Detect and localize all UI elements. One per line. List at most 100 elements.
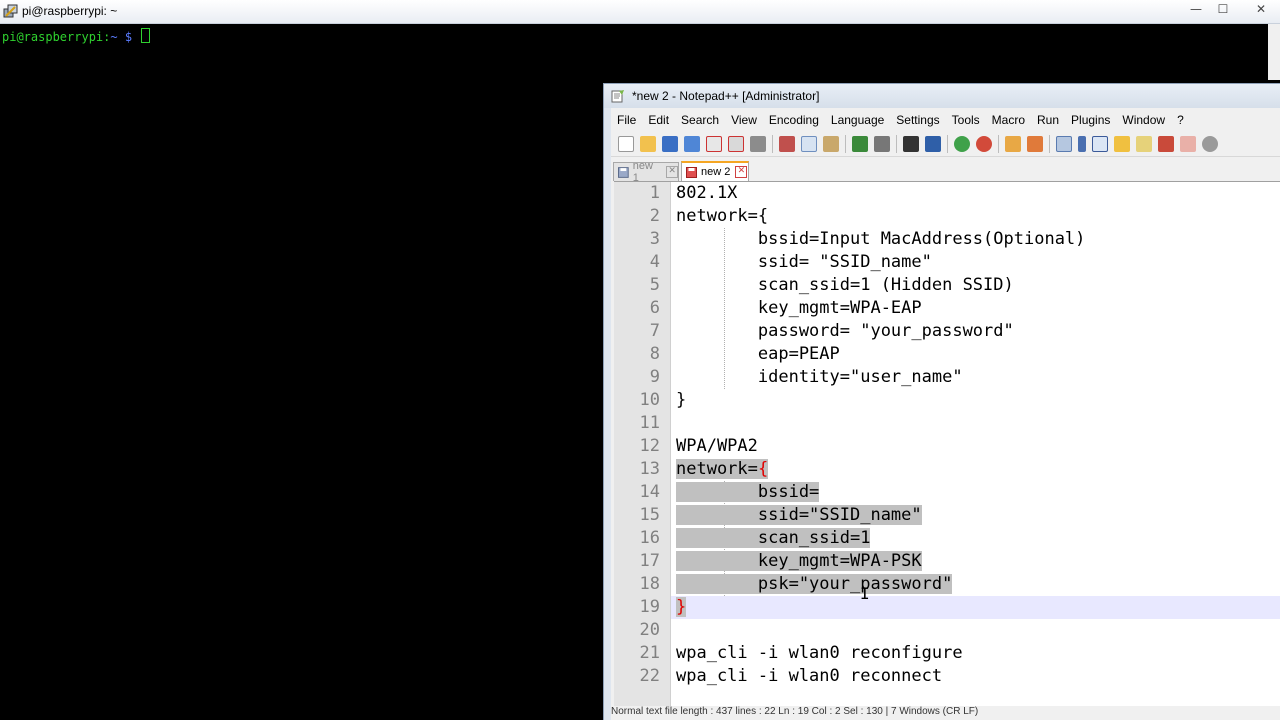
notepadpp-frame: File Edit Search View Encoding Language … [611, 108, 1280, 720]
prompt-user: pi@raspberrypi [2, 30, 104, 44]
document-map-icon[interactable] [1136, 136, 1152, 152]
menu-language[interactable]: Language [825, 110, 890, 130]
code-line-selected: ssid="SSID_name" [676, 505, 922, 525]
menu-bar: File Edit Search View Encoding Language … [611, 110, 1190, 130]
line-number: 13 [639, 459, 660, 479]
menu-view[interactable]: View [725, 110, 763, 130]
notepadpp-window: *new 2 - Notepad++ [Administrator] File … [603, 83, 1280, 720]
notepadpp-title: *new 2 - Notepad++ [Administrator] [632, 89, 820, 103]
line-number: 12 [639, 436, 660, 456]
terminal-prompt: pi@raspberrypi:~ $ [2, 28, 151, 44]
tab-label: new 2 [701, 166, 731, 178]
copy-icon[interactable] [801, 136, 817, 152]
menu-settings[interactable]: Settings [890, 110, 945, 130]
undo-icon[interactable] [852, 136, 868, 152]
line-number: 5 [649, 275, 660, 295]
redo-icon[interactable] [874, 136, 890, 152]
close-icon: ✕ [1255, 2, 1267, 16]
sync-horizontal-icon[interactable] [1027, 136, 1043, 152]
line-number: 16 [639, 528, 660, 548]
maximize-button[interactable]: ☐ [1210, 0, 1236, 18]
cut-icon[interactable] [779, 136, 795, 152]
replace-icon[interactable] [925, 136, 941, 152]
line-number: 21 [639, 643, 660, 663]
zoom-in-icon[interactable] [954, 136, 970, 152]
code-line: } [676, 390, 687, 410]
close-button[interactable]: ✕ [1248, 0, 1274, 18]
putty-icon [3, 4, 18, 18]
save-all-icon[interactable] [684, 136, 700, 152]
code-line-selected: key_mgmt=WPA-PSK [676, 551, 922, 571]
show-all-chars-icon[interactable] [1078, 136, 1086, 152]
open-file-icon[interactable] [640, 136, 656, 152]
toolbar-separator [772, 135, 773, 153]
tab-bar: new 1 ✕ new 2 ✕ [611, 159, 1280, 184]
matching-brace-highlight: { [758, 459, 769, 479]
menu-encoding[interactable]: Encoding [763, 110, 825, 130]
close-icon[interactable]: ✕ [735, 166, 748, 178]
terminal-cursor [141, 28, 151, 43]
notepadpp-icon [611, 90, 624, 103]
line-number: 22 [639, 666, 660, 686]
close-all-icon[interactable] [728, 136, 744, 152]
toolbar-separator [1049, 135, 1050, 153]
minimize-button[interactable]: — [1183, 0, 1209, 18]
prompt-path: ~ [110, 30, 118, 44]
sync-vertical-icon[interactable] [1005, 136, 1021, 152]
close-file-icon[interactable] [706, 136, 722, 152]
print-icon[interactable] [750, 136, 766, 152]
toolbar-separator [947, 135, 948, 153]
save-icon[interactable] [662, 136, 678, 152]
terminal-title: pi@raspberrypi: ~ [22, 4, 118, 18]
line-number: 1 [649, 183, 660, 203]
menu-search[interactable]: Search [675, 110, 725, 130]
close-icon[interactable]: ✕ [666, 166, 678, 178]
line-number: 20 [639, 620, 660, 640]
line-number: 7 [649, 321, 660, 341]
tab-new-1[interactable]: new 1 ✕ [613, 160, 679, 184]
find-icon[interactable] [903, 136, 919, 152]
terminal-titlebar: pi@raspberrypi: ~ — ☐ ✕ [0, 0, 1280, 24]
menu-macro[interactable]: Macro [986, 110, 1031, 130]
editor-area[interactable]: 1 2 3 4 5 6 7 8 9 10 11 12 13 14 15 16 1… [614, 181, 1280, 706]
menu-window[interactable]: Window [1116, 110, 1171, 130]
maximize-icon: ☐ [1217, 2, 1229, 16]
code-line-selected: scan_ssid=1 [676, 528, 871, 548]
code-line: 802.1X [676, 183, 738, 203]
code-line: WPA/WPA2 [676, 436, 758, 456]
minimize-icon: — [1190, 2, 1202, 16]
line-number: 11 [639, 413, 660, 433]
zoom-out-icon[interactable] [976, 136, 992, 152]
menu-tools[interactable]: Tools [946, 110, 986, 130]
code-line: network={ [676, 206, 769, 226]
toolbar-separator [998, 135, 999, 153]
paste-icon[interactable] [823, 136, 839, 152]
record-macro-icon[interactable] [1180, 136, 1196, 152]
code-line: scan_ssid=1 (Hidden SSID) [676, 275, 1014, 295]
menu-file[interactable]: File [611, 110, 642, 130]
terminal-scrollbar[interactable] [1268, 24, 1280, 80]
code-line: identity="user_name" [676, 367, 963, 387]
menu-edit[interactable]: Edit [642, 110, 675, 130]
line-number: 3 [649, 229, 660, 249]
code-line-selected: bssid= [676, 482, 820, 502]
stop-macro-icon[interactable] [1202, 136, 1218, 152]
menu-run[interactable]: Run [1031, 110, 1065, 130]
code-line-selected: psk="your_password" [676, 574, 953, 594]
indent-guide-icon[interactable] [1092, 136, 1108, 152]
saved-file-icon [618, 166, 629, 178]
toolbar-separator [896, 135, 897, 153]
toolbar [611, 132, 1280, 157]
tab-new-2[interactable]: new 2 ✕ [681, 161, 749, 181]
notepadpp-titlebar: *new 2 - Notepad++ [Administrator] [604, 84, 1280, 108]
function-list-icon[interactable] [1158, 136, 1174, 152]
menu-plugins[interactable]: Plugins [1065, 110, 1116, 130]
menu-help[interactable]: ? [1171, 110, 1190, 130]
line-number: 8 [649, 344, 660, 364]
new-file-icon[interactable] [618, 136, 634, 152]
code-line: ssid= "SSID_name" [676, 252, 932, 272]
prompt-symbol: $ [124, 30, 133, 44]
word-wrap-icon[interactable] [1056, 136, 1072, 152]
folder-as-workspace-icon[interactable] [1114, 136, 1130, 152]
